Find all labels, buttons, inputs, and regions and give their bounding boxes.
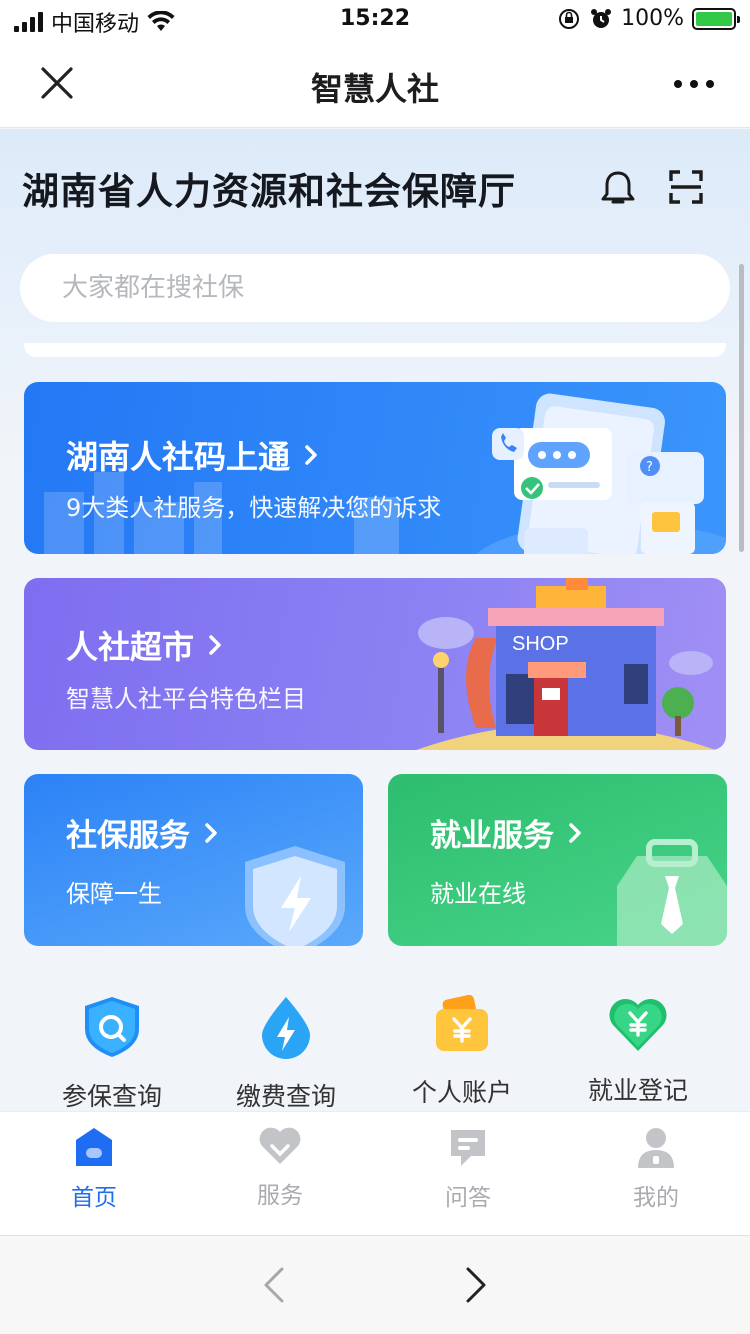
- shield-bolt-icon: [245, 846, 345, 946]
- org-title: 湖南省人力资源和社会保障厅: [22, 170, 516, 213]
- tab-qa[interactable]: 问答: [398, 1126, 538, 1212]
- banner-title: 湖南人社码上通: [66, 432, 318, 478]
- phone-service-illustration: ?: [476, 393, 726, 554]
- chat-icon: [451, 1130, 485, 1166]
- quick-links: 参保查询 缴费查询 个人账户 就业登记: [0, 995, 750, 1111]
- browser-toolbar: [0, 1235, 750, 1334]
- quick-link-personal-account[interactable]: 个人账户: [374, 995, 550, 1109]
- card-title-text: 社保服务: [66, 818, 190, 854]
- scan-icon[interactable]: [668, 169, 704, 205]
- card-title: 就业服务: [430, 810, 582, 855]
- more-icon[interactable]: [674, 80, 714, 88]
- back-arrow-icon[interactable]: [262, 1266, 286, 1304]
- tab-label: 我的: [633, 1185, 679, 1211]
- main-content[interactable]: 湖南省人力资源和社会保障厅 大家都在搜社保 湖南人社码上通 9大类人社服务，快速…: [0, 129, 750, 1111]
- quick-link-employment-registration[interactable]: 就业登记: [550, 995, 726, 1107]
- search-suggestion-strip: [24, 343, 726, 357]
- tab-label: 首页: [71, 1185, 117, 1211]
- card-title-text: 就业服务: [430, 818, 554, 854]
- chevron-right-icon: [569, 822, 581, 843]
- home-icon: [76, 1128, 112, 1166]
- bell-icon[interactable]: [600, 169, 636, 207]
- alarm-icon: [591, 8, 612, 28]
- chevron-right-icon: [205, 822, 217, 843]
- banner-title: 人社超市: [66, 622, 222, 668]
- card-subtitle: 就业在线: [430, 880, 526, 908]
- card-title: 社保服务: [66, 810, 218, 855]
- quick-link-insurance-query[interactable]: 参保查询: [24, 995, 200, 1111]
- quick-link-label: 就业登记: [587, 1076, 688, 1105]
- shop-illustration: SHOP: [416, 578, 716, 750]
- drop-bolt-icon: [262, 997, 310, 1059]
- battery-icon: [692, 7, 740, 30]
- status-bar: 中国移动 15:22 100%: [0, 0, 750, 40]
- nav-bar: 智慧人社: [0, 40, 750, 128]
- rotation-lock-icon: [559, 8, 580, 29]
- svg-text:?: ?: [646, 460, 653, 475]
- search-input[interactable]: 大家都在搜社保: [20, 254, 730, 322]
- battery-percent: 100%: [621, 6, 684, 31]
- wallet-yuan-icon: [436, 995, 488, 1051]
- banner-title-text: 人社超市: [66, 628, 195, 666]
- briefcase-tie-icon: [617, 839, 727, 946]
- tab-label: 服务: [257, 1183, 303, 1209]
- tab-bar: 首页 服务 问答 我的: [0, 1111, 750, 1235]
- quick-link-label: 缴费查询: [235, 1082, 336, 1111]
- chevron-right-icon: [305, 445, 317, 465]
- status-right: 100%: [557, 6, 740, 31]
- card-employment[interactable]: 就业服务 就业在线: [388, 774, 727, 946]
- tab-home[interactable]: 首页: [24, 1126, 164, 1212]
- shop-sign: SHOP: [512, 633, 569, 655]
- scrollbar[interactable]: [739, 264, 744, 552]
- banner-subtitle: 9大类人社服务，快速解决您的诉求: [66, 494, 442, 522]
- banner-hunan-code[interactable]: 湖南人社码上通 9大类人社服务，快速解决您的诉求 ?: [24, 382, 726, 554]
- heart-icon: [259, 1127, 301, 1164]
- tab-mine[interactable]: 我的: [586, 1126, 726, 1212]
- tab-label: 问答: [445, 1185, 491, 1211]
- tab-services[interactable]: 服务: [210, 1126, 350, 1210]
- quick-link-label: 参保查询: [61, 1082, 162, 1111]
- heart-yuan-icon: [609, 998, 667, 1051]
- banner-hr-market[interactable]: 人社超市 智慧人社平台特色栏目 SHOP: [24, 578, 726, 750]
- chevron-right-icon: [209, 635, 221, 655]
- shield-search-icon: [85, 997, 139, 1057]
- card-subtitle: 保障一生: [66, 880, 162, 908]
- forward-arrow-icon[interactable]: [464, 1266, 488, 1304]
- banner-title-text: 湖南人社码上通: [66, 438, 291, 476]
- quick-link-label: 个人账户: [411, 1078, 512, 1107]
- page-title: 智慧人社: [310, 70, 439, 108]
- banner-subtitle: 智慧人社平台特色栏目: [66, 685, 306, 713]
- user-icon: [638, 1128, 674, 1168]
- quick-link-payment-query[interactable]: 缴费查询: [198, 995, 374, 1111]
- card-social-security[interactable]: 社保服务 保障一生: [24, 774, 363, 946]
